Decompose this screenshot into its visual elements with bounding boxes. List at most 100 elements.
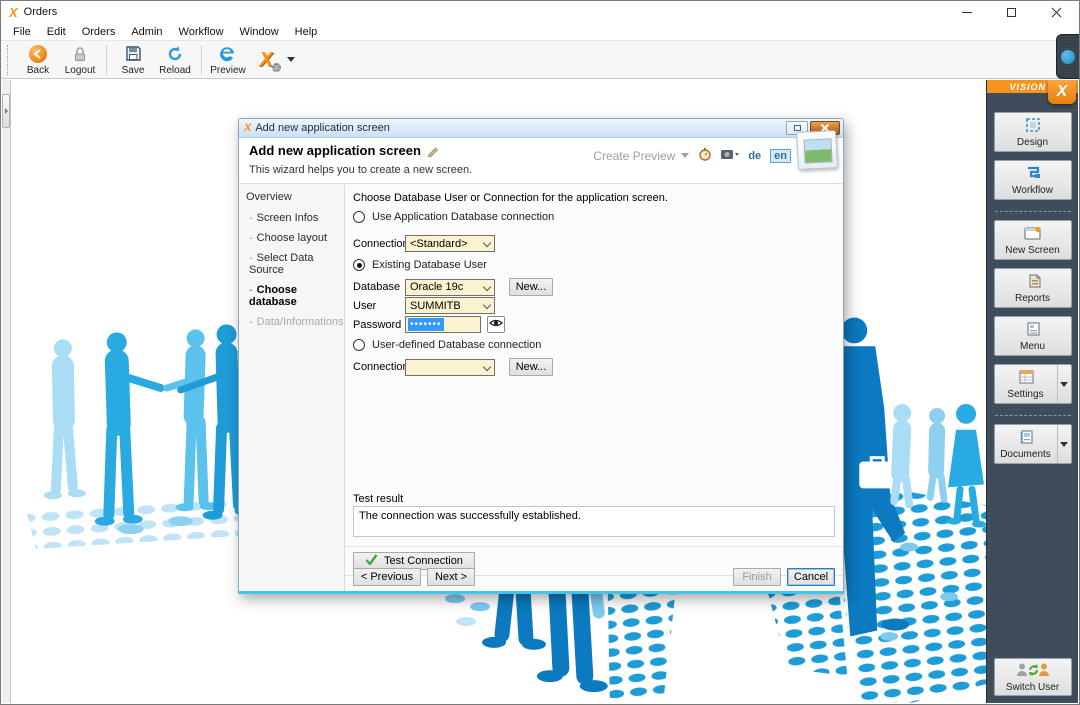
gear-icon <box>271 62 281 72</box>
sidebar-button-documents[interactable]: Documents <box>993 424 1072 464</box>
wizard-step-select-data-source[interactable]: - Select Data Source <box>249 252 344 276</box>
password-row: Password ••••••• <box>353 316 505 333</box>
database-new-button[interactable]: New... <box>509 278 553 296</box>
radio-selected-icon[interactable] <box>353 259 365 271</box>
connection-row: Connection <Standard> <box>353 235 495 252</box>
check-icon <box>365 554 378 568</box>
radio-icon[interactable] <box>353 211 365 223</box>
vision-brand-label: VISION <box>1009 81 1046 92</box>
radio-existing-db-user[interactable]: Existing Database User <box>353 259 487 271</box>
database-select[interactable]: Oracle 19c <box>405 278 495 296</box>
language-en-button[interactable]: en <box>770 148 791 163</box>
reload-button[interactable]: Reload <box>154 43 196 77</box>
dialog-titlebar[interactable]: X Add new application screen <box>239 119 843 138</box>
vision-x-toolbar-button[interactable]: X <box>249 49 283 72</box>
chevron-down-icon[interactable] <box>681 153 690 158</box>
wizard-nav-header: Overview <box>246 191 292 203</box>
dialog-x-icon: X <box>244 122 252 134</box>
sidebar-button-design[interactable]: Design <box>993 112 1072 152</box>
menu-admin[interactable]: Admin <box>123 25 170 39</box>
test-result-box: The connection was successfully establis… <box>353 506 835 537</box>
sidebar-button-workflow[interactable]: Workflow <box>993 160 1072 200</box>
language-de-button[interactable]: de <box>748 150 761 162</box>
menu-orders[interactable]: Orders <box>74 25 124 39</box>
logout-button[interactable]: Logout <box>59 43 101 77</box>
chevron-down-icon <box>1060 441 1068 447</box>
switch-user-button[interactable]: Switch User <box>993 658 1072 696</box>
database-row: Database Oracle 19c New... <box>353 278 553 296</box>
new-screen-icon <box>1023 225 1043 244</box>
reports-icon <box>1024 273 1042 292</box>
chevron-down-icon <box>482 282 492 291</box>
password-field[interactable]: ••••••• <box>405 316 481 333</box>
chevron-down-icon <box>482 362 492 371</box>
stopwatch-icon[interactable] <box>698 147 712 164</box>
switch-user-icon <box>1016 662 1050 681</box>
panel-expand-handle[interactable] <box>2 94 10 128</box>
floating-panel-handle[interactable] <box>1056 34 1079 79</box>
wizard-step-data-informations: - Data/Informations <box>249 316 344 328</box>
wizard-step-screen-infos[interactable]: - Screen Infos <box>249 212 344 224</box>
cancel-button[interactable]: Cancel <box>787 568 835 586</box>
restore-icon <box>793 125 801 131</box>
sidebar-separator <box>994 211 1071 212</box>
password-label: Password <box>353 318 402 331</box>
close-icon <box>1052 7 1062 17</box>
wizard-step-choose-layout[interactable]: - Choose layout <box>249 232 344 244</box>
dialog-title: Add new application screen <box>255 122 390 134</box>
menu-edit[interactable]: Edit <box>39 25 74 39</box>
back-button[interactable]: Back <box>17 43 59 77</box>
minimize-button[interactable] <box>944 1 989 23</box>
menu-file[interactable]: File <box>5 25 39 39</box>
wizard-buttons: < Previous Next > Finish Cancel <box>353 568 835 586</box>
sidebar-button-reports[interactable]: Reports <box>993 268 1072 308</box>
user-row: User SUMMITB <box>353 297 495 314</box>
padlock-icon <box>70 44 90 64</box>
wizard-step-choose-database[interactable]: - Choose database <box>249 284 344 308</box>
documents-dropdown[interactable] <box>1056 425 1071 463</box>
toolbar-dropdown-button[interactable] <box>283 56 299 63</box>
wizard-content: Choose Database User or Connection for t… <box>345 185 843 591</box>
previous-button[interactable]: < Previous <box>353 568 421 586</box>
preview-thumbnail[interactable] <box>796 129 838 171</box>
radio-icon[interactable] <box>353 339 365 351</box>
menu-window[interactable]: Window <box>232 25 287 39</box>
menu-workflow[interactable]: Workflow <box>171 25 232 39</box>
radio-use-app-db-connection[interactable]: Use Application Database connection <box>353 211 554 223</box>
toolbar-grip <box>7 44 11 75</box>
create-preview-button[interactable]: Create Preview <box>593 149 675 163</box>
collapsed-left-panel <box>2 80 11 703</box>
dialog-header-subtitle: This wizard helps you to create a new sc… <box>249 164 473 176</box>
sidebar-button-new-screen[interactable]: New Screen <box>993 220 1072 260</box>
close-button[interactable] <box>1034 1 1079 23</box>
settings-table-icon <box>1017 369 1035 388</box>
sidebar-button-settings[interactable]: Settings <box>993 364 1072 404</box>
browser-e-icon <box>218 44 238 64</box>
test-result-label: Test result <box>353 493 404 505</box>
password-value: ••••••• <box>408 318 444 331</box>
sidebar-button-menu[interactable]: Menu <box>993 316 1072 356</box>
maximize-button[interactable] <box>989 1 1034 23</box>
documents-icon <box>1017 429 1035 448</box>
sidebar-separator <box>994 415 1071 416</box>
user-select[interactable]: SUMMITB <box>405 297 495 314</box>
settings-dropdown[interactable] <box>1056 365 1071 403</box>
chevron-down-icon <box>482 300 492 310</box>
dialog-header: Add new application screen This wizard h… <box>239 129 843 184</box>
screenshot-icon[interactable] <box>721 148 740 163</box>
radio-user-defined-connection[interactable]: User-defined Database connection <box>353 339 541 351</box>
connection-select[interactable]: <Standard> <box>405 235 495 252</box>
save-button[interactable]: Save <box>112 43 154 77</box>
connection2-new-button[interactable]: New... <box>509 358 553 376</box>
preview-button[interactable]: Preview <box>207 43 249 77</box>
menu-help[interactable]: Help <box>287 25 326 39</box>
next-button[interactable]: Next > <box>427 568 475 586</box>
menu-list-icon <box>1024 321 1042 340</box>
window-title: Orders <box>23 6 58 18</box>
connection2-label: Connection <box>353 361 409 373</box>
connection2-select[interactable] <box>405 358 495 376</box>
show-password-button[interactable] <box>487 316 505 333</box>
add-screen-dialog: X Add new application screen Add new app… <box>238 118 844 594</box>
dialog-header-title: Add new application screen <box>249 143 440 160</box>
chevron-down-icon <box>482 238 492 248</box>
